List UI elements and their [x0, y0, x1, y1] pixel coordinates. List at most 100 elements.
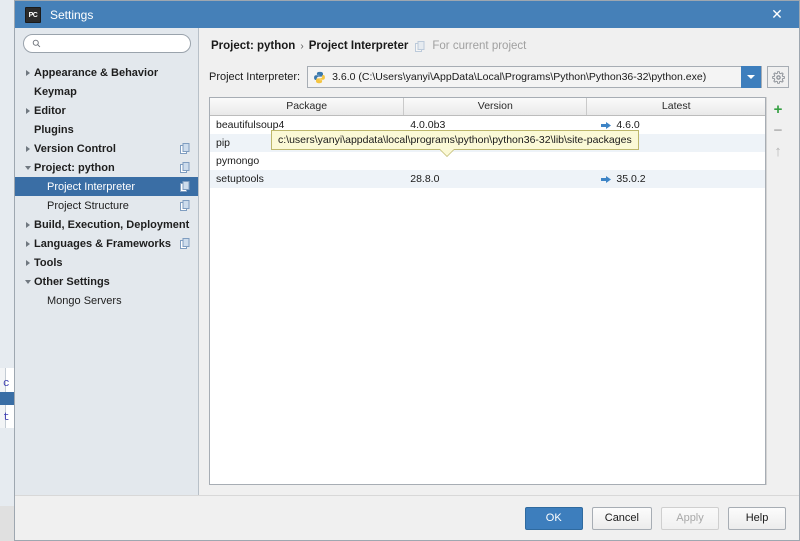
dialog-titlebar: PC Settings ✕	[15, 1, 799, 28]
minus-icon: −	[773, 122, 783, 139]
sidebar-item-label: Keymap	[34, 85, 77, 98]
cell-version: 28.8.0	[410, 173, 440, 185]
column-header-version[interactable]: Version	[404, 98, 588, 115]
breadcrumb-project[interactable]: Project: python	[211, 40, 295, 52]
apply-button: Apply	[661, 506, 719, 530]
packages-table-body: beautifulsoup4 4.0.0b3 4.6.0 pip pymongo setu…	[210, 116, 765, 484]
background-code-line: t	[3, 412, 10, 424]
add-package-button[interactable]: +	[768, 99, 788, 120]
table-row[interactable]: pymongo	[210, 152, 765, 170]
page-title: Project Interpreter	[308, 40, 409, 52]
table-row[interactable]: setuptools 28.8.0 35.0.2	[210, 170, 765, 188]
editor-background-strip	[0, 428, 14, 506]
sidebar-item-mongo-servers[interactable]: Mongo Servers	[15, 291, 198, 310]
chevron-right-icon[interactable]	[21, 221, 34, 228]
chevron-right-icon[interactable]	[21, 145, 34, 152]
sidebar-item-label: Mongo Servers	[47, 294, 122, 307]
sidebar-item-label: Editor	[34, 104, 66, 117]
dialog-footer: OK Cancel Apply Help	[15, 495, 799, 540]
sidebar-item-editor[interactable]: Editor	[15, 101, 198, 120]
sidebar-item-label: Plugins	[34, 123, 74, 136]
sidebar-item-label: Tools	[34, 256, 63, 269]
editor-background-strip	[0, 0, 14, 368]
pycharm-icon: PC	[25, 6, 41, 23]
upgrade-arrow-icon	[601, 121, 612, 129]
cell-package: setuptools	[216, 173, 264, 185]
status-bar-strip	[0, 506, 14, 541]
ok-button[interactable]: OK	[524, 506, 583, 530]
packages-table-header: Package Version Latest	[210, 98, 765, 116]
sidebar-item-plugins[interactable]: Plugins	[15, 120, 198, 139]
sidebar-item-other-settings[interactable]: Other Settings	[15, 272, 198, 291]
chevron-right-icon[interactable]	[21, 240, 34, 247]
breadcrumb-separator: ›	[300, 40, 304, 52]
interpreter-label: Project Interpreter:	[209, 71, 301, 83]
cell-latest: 35.0.2	[587, 173, 765, 185]
cell-package: pymongo	[216, 155, 260, 167]
dialog-title: Settings	[50, 7, 94, 22]
sidebar-item-label: Build, Execution, Deployment	[34, 218, 190, 231]
copy-icon	[180, 200, 190, 211]
tooltip-tail	[440, 149, 454, 156]
sidebar-item-languages-frameworks[interactable]: Languages & Frameworks	[15, 234, 198, 253]
sidebar-item-label: Project Interpreter	[47, 180, 136, 193]
sidebar-item-label: Project: python	[34, 161, 115, 174]
interpreter-dropdown[interactable]: 3.6.0 (C:\Users\yanyi\AppData\Local\Prog…	[307, 66, 762, 88]
cell-latest-value: 35.0.2	[616, 173, 646, 185]
gear-icon	[771, 70, 785, 84]
scope-note: For current project	[432, 40, 527, 52]
upgrade-package-button: ↑	[768, 141, 788, 162]
packages-table: Package Version Latest beautifulsoup4 4.0…	[209, 97, 766, 485]
column-header-latest[interactable]: Latest	[587, 98, 765, 115]
sidebar-item-label: Version Control	[34, 142, 116, 155]
sidebar-item-keymap[interactable]: Keymap	[15, 82, 198, 101]
help-button[interactable]: Help	[728, 506, 786, 530]
python-icon	[314, 71, 326, 83]
sidebar-item-build-execution-deployment[interactable]: Build, Execution, Deployment	[15, 215, 198, 234]
search-icon	[32, 39, 41, 48]
sidebar-item-project-python[interactable]: Project: python	[15, 158, 198, 177]
chevron-down-icon[interactable]	[741, 66, 761, 88]
sidebar-item-label: Project Structure	[47, 199, 129, 212]
sidebar-item-label: Languages & Frameworks	[34, 237, 171, 250]
sidebar-item-appearance-behavior[interactable]: Appearance & Behavior	[15, 63, 198, 82]
copy-icon	[180, 238, 190, 249]
close-icon[interactable]: ✕	[755, 1, 799, 28]
plus-icon: +	[773, 101, 783, 118]
interpreter-row: Project Interpreter: 3.6.0 (C:\Users\yan…	[209, 65, 789, 89]
arrow-up-icon: ↑	[774, 143, 782, 160]
chevron-right-icon[interactable]	[21, 69, 34, 76]
dialog-body: Appearance & Behavior Keymap Editor Plugins…	[15, 28, 799, 495]
column-header-package[interactable]: Package	[210, 98, 405, 115]
sidebar-item-tools[interactable]: Tools	[15, 253, 198, 272]
packages-area: Package Version Latest beautifulsoup4 4.0…	[209, 97, 789, 485]
upgrade-arrow-icon	[601, 175, 612, 183]
settings-content: Project: python › Project Interpreter Fo…	[199, 28, 799, 495]
background-selected-line	[0, 392, 14, 405]
interpreter-settings-button[interactable]	[767, 66, 789, 88]
tooltip-text: c:\users\yanyi\appdata\local\programs\py…	[278, 134, 632, 146]
search-box[interactable]	[23, 34, 191, 53]
packages-toolbar: + − ↑	[766, 97, 789, 485]
copy-icon	[180, 162, 190, 173]
breadcrumb: Project: python › Project Interpreter Fo…	[209, 33, 789, 59]
sidebar-item-project-structure[interactable]: Project Structure	[15, 196, 198, 215]
sidebar-item-label: Other Settings	[34, 275, 110, 288]
sidebar-item-project-interpreter[interactable]: Project Interpreter	[15, 177, 198, 196]
copy-icon	[180, 181, 190, 192]
interpreter-value: 3.6.0 (C:\Users\yanyi\AppData\Local\Prog…	[332, 71, 707, 83]
sidebar-item-version-control[interactable]: Version Control	[15, 139, 198, 158]
cancel-button[interactable]: Cancel	[591, 506, 652, 530]
chevron-right-icon[interactable]	[21, 259, 34, 266]
copy-icon	[180, 143, 190, 154]
chevron-down-icon[interactable]	[21, 165, 34, 170]
search-input[interactable]	[46, 36, 180, 51]
settings-tree: Appearance & Behavior Keymap Editor Plugins…	[15, 59, 198, 495]
settings-sidebar: Appearance & Behavior Keymap Editor Plugins…	[15, 28, 199, 495]
remove-package-button: −	[768, 120, 788, 141]
chevron-down-icon[interactable]	[21, 279, 34, 284]
sidebar-item-label: Appearance & Behavior	[34, 66, 159, 79]
chevron-right-icon[interactable]	[21, 107, 34, 114]
path-tooltip: c:\users\yanyi\appdata\local\programs\py…	[271, 130, 639, 157]
settings-dialog: PC Settings ✕ Appearance & Behavior Keyma…	[14, 0, 800, 541]
